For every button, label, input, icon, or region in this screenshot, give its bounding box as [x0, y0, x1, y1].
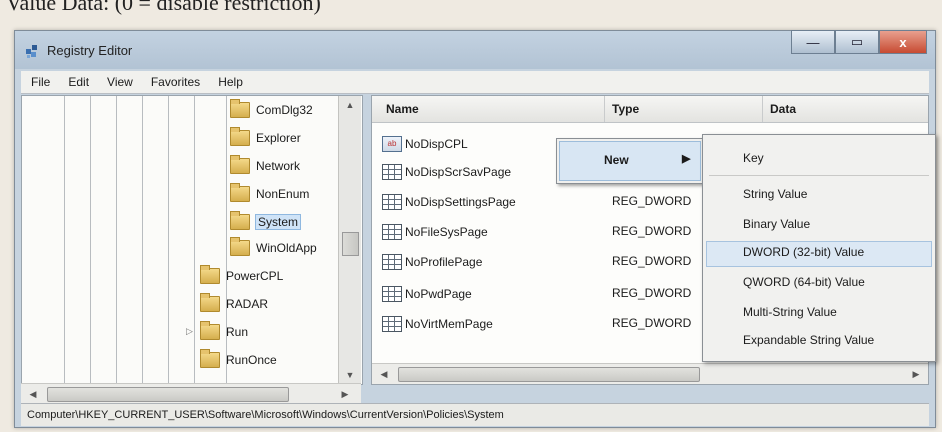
tree-guide-line	[64, 96, 65, 384]
list-header: Name Type Data	[372, 96, 928, 123]
new-submenu: Key String Value Binary Value DWORD (32-…	[702, 134, 936, 362]
tree-item-network[interactable]: Network	[230, 155, 300, 174]
tree-guide-line	[90, 96, 91, 384]
submenu-item-dword-value[interactable]: DWORD (32-bit) Value	[743, 245, 864, 259]
menu-help[interactable]: Help	[218, 75, 243, 89]
folder-icon	[230, 99, 250, 118]
tree-item-winoldapp[interactable]: WinOldApp	[230, 237, 317, 256]
scroll-down-arrow-icon[interactable]: ▼	[339, 366, 361, 384]
scroll-left-arrow-icon[interactable]: ◀	[23, 384, 43, 404]
tree-guide-line	[226, 96, 227, 384]
menu-view[interactable]: View	[107, 75, 133, 89]
column-header-data[interactable]: Data	[770, 102, 796, 116]
tree-horizontal-scrollbar[interactable]: ◀ ▶	[21, 383, 361, 404]
tree-item-comdlg32[interactable]: ComDlg32	[230, 99, 313, 118]
close-button[interactable]: x	[879, 30, 927, 54]
dword-value-icon	[382, 194, 402, 210]
document-caption: Value Data: (0 = disable restriction)	[6, 0, 321, 15]
menu-file[interactable]: File	[31, 75, 50, 89]
folder-icon	[230, 127, 250, 146]
tree-item-powercpl[interactable]: PowerCPL	[200, 265, 283, 284]
scroll-thumb[interactable]	[398, 367, 700, 382]
folder-icon	[200, 293, 220, 312]
submenu-item-qword-value[interactable]: QWORD (64-bit) Value	[743, 275, 865, 289]
tree-guide-line	[116, 96, 117, 384]
status-bar-path: Computer\HKEY_CURRENT_USER\Software\Micr…	[21, 403, 929, 426]
key-tree-pane: ComDlg32 Explorer Network NonEnum System…	[21, 95, 363, 385]
window-title: Registry Editor	[47, 43, 133, 58]
folder-icon	[230, 237, 250, 256]
submenu-item-key[interactable]: Key	[743, 151, 764, 165]
scroll-thumb[interactable]	[342, 232, 359, 256]
dword-value-icon	[382, 286, 402, 302]
folder-icon	[200, 321, 220, 340]
window-controls: — ▭ x	[791, 30, 927, 54]
scroll-up-arrow-icon[interactable]: ▲	[339, 96, 361, 114]
dword-value-icon	[382, 224, 402, 240]
scroll-right-arrow-icon[interactable]: ▶	[906, 364, 926, 384]
tree-guide-line	[194, 96, 195, 384]
tree-item-runonce[interactable]: RunOnce	[200, 349, 277, 368]
menu-separator	[709, 175, 929, 176]
column-header-type[interactable]: Type	[612, 102, 639, 116]
dword-value-icon	[382, 164, 402, 180]
menu-edit[interactable]: Edit	[68, 75, 89, 89]
menu-favorites[interactable]: Favorites	[151, 75, 200, 89]
submenu-item-expandable-string-value[interactable]: Expandable String Value	[743, 333, 874, 347]
submenu-item-binary-value[interactable]: Binary Value	[743, 217, 810, 231]
scroll-thumb[interactable]	[47, 387, 289, 402]
menu-bar: File Edit View Favorites Help	[21, 71, 929, 94]
tree-item-explorer[interactable]: Explorer	[230, 127, 301, 146]
title-bar[interactable]: Registry Editor — ▭ x	[15, 30, 935, 69]
tree-guide-line	[142, 96, 143, 384]
context-menu: New ▶	[556, 138, 704, 184]
submenu-item-multi-string-value[interactable]: Multi-String Value	[743, 305, 837, 319]
list-horizontal-scrollbar[interactable]: ◀ ▶	[372, 363, 928, 384]
tree-item-radar[interactable]: RADAR	[200, 293, 268, 312]
scroll-left-arrow-icon[interactable]: ◀	[374, 364, 394, 384]
submenu-arrow-icon: ▶	[682, 153, 691, 165]
registry-app-icon	[26, 45, 37, 58]
open-folder-icon	[230, 211, 250, 230]
folder-icon	[230, 183, 250, 202]
column-divider[interactable]	[604, 96, 605, 122]
dword-value-icon	[382, 254, 402, 270]
maximize-button[interactable]: ▭	[835, 30, 879, 54]
string-value-icon: ab	[382, 136, 402, 152]
tree-vertical-scrollbar[interactable]: ▲ ▼	[338, 96, 361, 384]
minimize-button[interactable]: —	[791, 30, 835, 54]
column-header-name[interactable]: Name	[386, 102, 419, 116]
folder-icon	[230, 155, 250, 174]
tree-item-nonenum[interactable]: NonEnum	[230, 183, 309, 202]
tree-item-system[interactable]: System	[230, 211, 302, 230]
expand-arrow-icon[interactable]: ▷	[186, 326, 193, 337]
folder-icon	[200, 349, 220, 368]
tree-item-run[interactable]: Run	[200, 321, 248, 340]
scroll-right-arrow-icon[interactable]: ▶	[335, 384, 355, 404]
column-divider[interactable]	[762, 96, 763, 122]
submenu-item-string-value[interactable]: String Value	[743, 187, 807, 201]
folder-icon	[200, 265, 220, 284]
dword-value-icon	[382, 316, 402, 332]
context-menu-new[interactable]: New ▶	[559, 141, 701, 181]
tree-guide-line	[168, 96, 169, 384]
